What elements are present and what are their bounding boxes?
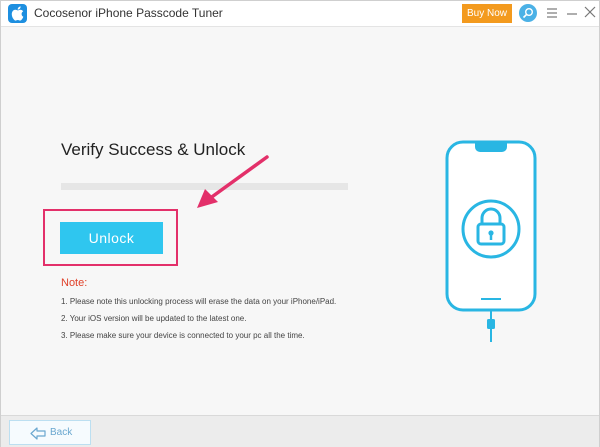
footer-bar: Back bbox=[1, 415, 599, 447]
phone-lock-illustration bbox=[445, 140, 537, 342]
search-icon[interactable] bbox=[519, 4, 537, 22]
app-window: Cocosenor iPhone Passcode Tuner Buy Now bbox=[0, 0, 600, 447]
note-item-3: 3. Please make sure your device is conne… bbox=[61, 331, 305, 340]
title-bar: Cocosenor iPhone Passcode Tuner Buy Now bbox=[1, 1, 599, 27]
note-title: Note: bbox=[61, 277, 88, 289]
app-title: Cocosenor iPhone Passcode Tuner bbox=[34, 6, 223, 20]
minimize-icon[interactable] bbox=[567, 6, 577, 20]
back-arrow-icon bbox=[30, 427, 46, 440]
buy-now-button[interactable]: Buy Now bbox=[462, 4, 512, 23]
back-label: Back bbox=[50, 427, 73, 438]
close-icon[interactable] bbox=[584, 5, 596, 19]
menu-icon[interactable] bbox=[546, 6, 558, 20]
pointer-arrow-icon bbox=[197, 155, 269, 208]
note-item-2: 2. Your iOS version will be updated to t… bbox=[61, 314, 247, 323]
apple-logo-icon bbox=[8, 4, 27, 23]
back-button[interactable]: Back bbox=[9, 420, 91, 445]
note-item-1: 1. Please note this unlocking process wi… bbox=[61, 297, 337, 306]
unlock-button[interactable]: Unlock bbox=[60, 222, 163, 254]
